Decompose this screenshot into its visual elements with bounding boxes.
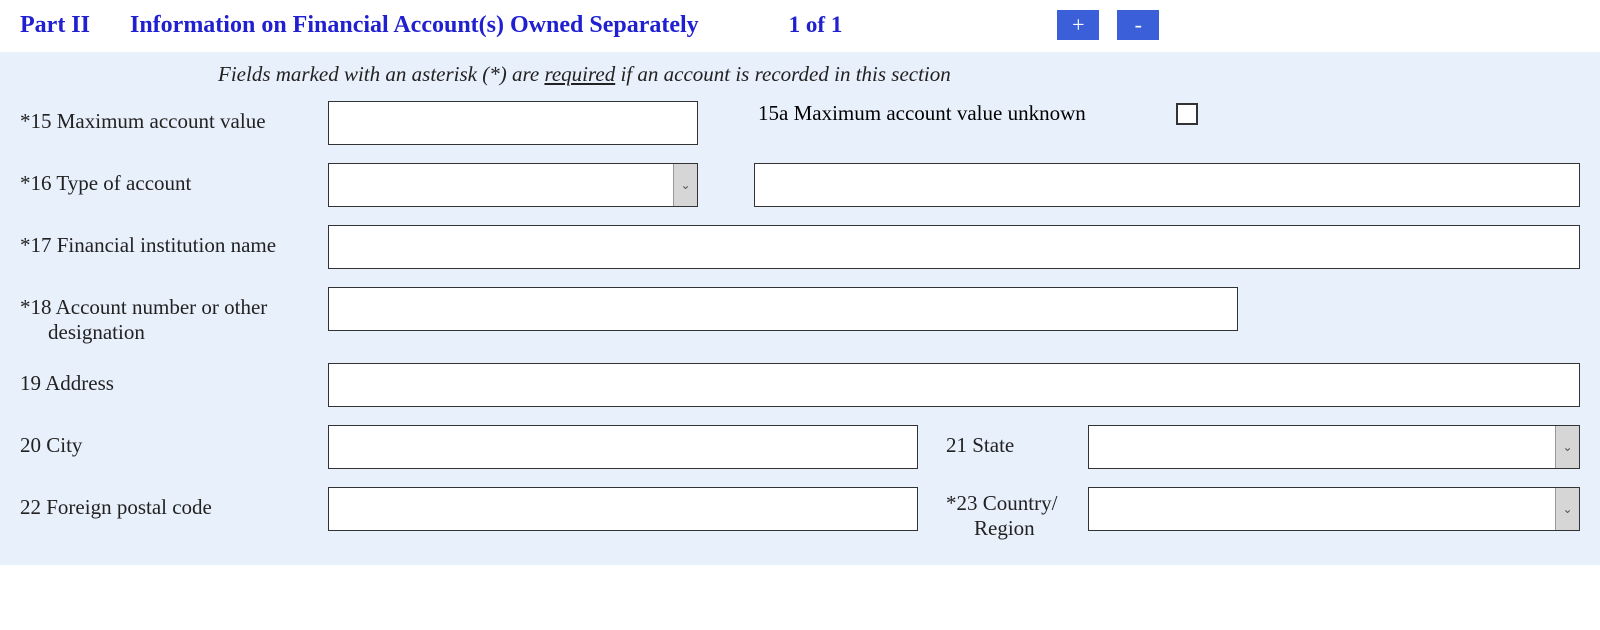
row-17: *17 Financial institution name [20, 225, 1580, 269]
row-20-21: 20 City 21 State ⌄ [20, 425, 1580, 469]
type-of-account-select[interactable]: ⌄ [328, 163, 698, 207]
label-18-line1: *18 Account number or other [20, 295, 267, 319]
label-18: *18 Account number or other designation [20, 287, 328, 345]
pager: 1 of 1 [789, 12, 843, 38]
label-16: *16 Type of account [20, 163, 328, 196]
label-15: *15 Maximum account value [20, 101, 328, 134]
instruction-post: if an account is recorded in this sectio… [615, 62, 951, 86]
part-title: Information on Financial Account(s) Owne… [130, 12, 699, 39]
row-19: 19 Address [20, 363, 1580, 407]
account-number-input[interactable] [328, 287, 1238, 331]
country-region-select[interactable]: ⌄ [1088, 487, 1580, 531]
instruction-pre: Fields marked with an asterisk (*) are [218, 62, 544, 86]
form-area: Fields marked with an asterisk (*) are r… [0, 52, 1600, 565]
label-23-line2: Region [974, 516, 1035, 540]
max-value-unknown-checkbox[interactable] [1176, 103, 1198, 125]
label-18-line2: designation [48, 320, 328, 345]
chevron-down-icon: ⌄ [673, 164, 697, 206]
label-23-line1: *23 Country/ [946, 491, 1057, 515]
label-23: *23 Country/ Region [918, 487, 1088, 541]
row-18: *18 Account number or other designation [20, 287, 1580, 345]
type-of-account-value [329, 164, 673, 206]
city-input[interactable] [328, 425, 918, 469]
foreign-postal-code-input[interactable] [328, 487, 918, 531]
country-region-value [1089, 488, 1555, 530]
row-15: *15 Maximum account value 15a Maximum ac… [20, 101, 1580, 145]
row-22-23: 22 Foreign postal code *23 Country/ Regi… [20, 487, 1580, 541]
financial-institution-name-input[interactable] [328, 225, 1580, 269]
label-15a: 15a Maximum account value unknown [758, 101, 1086, 126]
remove-button[interactable]: - [1117, 10, 1159, 40]
state-value [1089, 426, 1555, 468]
instruction-required: required [544, 62, 615, 86]
label-22: 22 Foreign postal code [20, 487, 328, 520]
state-select[interactable]: ⌄ [1088, 425, 1580, 469]
label-17: *17 Financial institution name [20, 225, 328, 258]
chevron-down-icon: ⌄ [1555, 488, 1579, 530]
label-21: 21 State [918, 425, 1088, 458]
add-button[interactable]: + [1057, 10, 1099, 40]
chevron-down-icon: ⌄ [1555, 426, 1579, 468]
label-19: 19 Address [20, 363, 328, 396]
instruction-text: Fields marked with an asterisk (*) are r… [218, 62, 1580, 87]
part-label: Part II [20, 12, 90, 39]
row-16: *16 Type of account ⌄ [20, 163, 1580, 207]
label-20: 20 City [20, 425, 328, 458]
add-remove-buttons: + - [1057, 10, 1159, 40]
section-header: Part II Information on Financial Account… [0, 0, 1600, 52]
address-input[interactable] [328, 363, 1580, 407]
row-15a: 15a Maximum account value unknown [758, 101, 1198, 126]
max-account-value-input[interactable] [328, 101, 698, 145]
type-of-account-other-input[interactable] [754, 163, 1580, 207]
